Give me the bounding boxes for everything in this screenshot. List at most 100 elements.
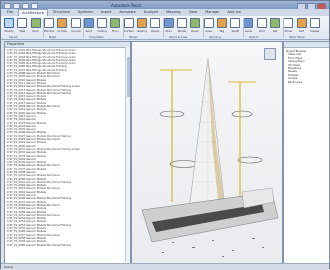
rotation-ring-icon: [237, 156, 263, 164]
wall-icon: [17, 18, 28, 28]
component-icon: [57, 18, 68, 28]
ribbon-button-label: Ceiling: [97, 29, 107, 33]
door-button[interactable]: Door: [30, 18, 41, 34]
column-button[interactable]: Column: [70, 18, 81, 34]
site-debris: [162, 238, 264, 257]
ref-button[interactable]: Ref: [296, 18, 307, 34]
ribbon-button-label: Component: [57, 29, 67, 33]
ribbon-separator: [163, 18, 164, 37]
railing-button[interactable]: Railing: [137, 18, 147, 34]
tab-insert[interactable]: Insert: [98, 9, 114, 16]
ceiling-button[interactable]: Ceiling: [97, 18, 108, 34]
show-button[interactable]: Show: [283, 18, 294, 34]
ribbon-button-label: Railing: [137, 29, 147, 33]
model-view: [141, 57, 279, 257]
ribbon-button-label: Grid: [258, 29, 265, 33]
ribbon-button-label: Floor: [111, 29, 119, 33]
ribbon-button-label: Show: [284, 29, 293, 33]
model-button[interactable]: Model: [176, 18, 187, 34]
modify-button[interactable]: Modify: [4, 18, 14, 34]
tab-add-ins[interactable]: Add-Ins: [224, 9, 243, 16]
set-button[interactable]: Set: [270, 18, 280, 34]
ribbon-group-label: Room & Area: [169, 35, 188, 39]
roof-button[interactable]: Roof: [83, 18, 94, 34]
area-icon: [203, 18, 214, 28]
tab-architecture[interactable]: Architecture: [18, 9, 49, 16]
stair-button[interactable]: Stair: [163, 18, 174, 34]
tab-massing[interactable]: Massing: [163, 9, 184, 16]
stair-icon: [163, 18, 174, 28]
ribbon-group-label: Work Plane: [289, 35, 305, 39]
ribbon-button-label: Column: [70, 29, 81, 33]
curtain-button[interactable]: Curtain: [123, 18, 134, 34]
properties-panel: Properties 0 ST_P1_0001 Pipe Fittings St…: [4, 41, 131, 264]
3d-viewport[interactable]: [131, 41, 283, 264]
ribbon-button-label: Tag: [219, 29, 225, 33]
ribbon-button-label: Set: [272, 29, 278, 33]
grid-button[interactable]: Grid: [256, 18, 267, 34]
ribbon-button-label: Level: [244, 29, 253, 33]
ribbon-tabs: File Architecture Structure Systems Insert An…: [1, 9, 329, 16]
modify-icon: [4, 18, 14, 28]
viewer-button[interactable]: Viewer: [309, 18, 320, 34]
floor-button[interactable]: Floor: [110, 18, 121, 34]
ribbon: Modify Wall Door WindowComponentColumn Roof C…: [1, 16, 329, 40]
rotation-ring-icon: [169, 160, 199, 168]
view-cube-icon[interactable]: [264, 48, 276, 60]
component-button[interactable]: Component: [57, 18, 68, 34]
wall-button[interactable]: Wall: [17, 18, 28, 34]
model-icon: [176, 18, 187, 28]
set-icon: [270, 18, 280, 28]
ribbon-button-label: Window: [43, 29, 54, 33]
tab-manage[interactable]: Manage: [202, 9, 222, 16]
ribbon-button-label: Roof: [85, 29, 92, 33]
viewer-icon: [309, 18, 320, 28]
rotation-ring-icon: [231, 110, 253, 118]
ribbon-group-label: Circulation: [89, 35, 104, 39]
ref-icon: [296, 18, 307, 28]
ribbon-button-label: Curtain: [123, 29, 134, 33]
tab-file[interactable]: File: [4, 9, 16, 16]
ribbon-button-label: Model: [177, 29, 187, 33]
tab-view[interactable]: View: [186, 9, 201, 16]
room-button[interactable]: Room: [190, 18, 201, 34]
shaft-button[interactable]: Shaft: [230, 18, 241, 34]
tag-button[interactable]: Tag: [216, 18, 227, 34]
window-button[interactable]: Window: [43, 18, 54, 34]
ribbon-separator: [203, 18, 204, 37]
ribbon-button-label: Viewer: [310, 29, 320, 33]
project-browser: Project Browser Views (all) Floor Plans Cei…: [283, 41, 330, 264]
room-icon: [190, 18, 201, 28]
scrollbar[interactable]: [125, 47, 130, 262]
show-icon: [283, 18, 294, 28]
floor-icon: [110, 18, 121, 28]
properties-header: Properties: [5, 42, 130, 48]
tab-structure[interactable]: Structure: [50, 9, 73, 16]
project-browser-header: [284, 42, 329, 48]
ribbon-button-label: Shaft: [231, 29, 239, 33]
ramp-button[interactable]: Ramp: [150, 18, 161, 34]
tab-systems[interactable]: Systems: [75, 9, 96, 16]
window-icon: [43, 18, 54, 28]
shaft-icon: [230, 18, 241, 28]
ribbon-separator: [123, 18, 124, 37]
scroll-thumb[interactable]: [126, 57, 130, 97]
ribbon-group-label: Build: [49, 35, 57, 39]
roof-icon: [83, 18, 94, 28]
browser-item[interactable]: Revit Links: [286, 81, 306, 84]
tag-icon: [216, 18, 227, 28]
area-button[interactable]: Area: [203, 18, 214, 34]
ribbon-separator: [83, 18, 84, 37]
tab-annotate[interactable]: Annotate: [116, 9, 138, 16]
title-bar: Autodesk Revit: [1, 1, 329, 10]
ribbon-separator: [243, 18, 244, 37]
ribbon-group-label: Opening: [209, 35, 221, 39]
level-icon: [243, 18, 254, 28]
level-button[interactable]: Level: [243, 18, 254, 34]
ribbon-button-label: Wall: [19, 29, 26, 33]
ribbon-button-label: Modify: [4, 29, 14, 33]
window-title: Autodesk Revit: [111, 2, 142, 8]
tab-analyze[interactable]: Analyze: [141, 9, 161, 16]
list-item[interactable]: 0 ST_P1_0060 Generic Models Structural F…: [7, 244, 124, 247]
status-text: Ready: [4, 265, 14, 269]
